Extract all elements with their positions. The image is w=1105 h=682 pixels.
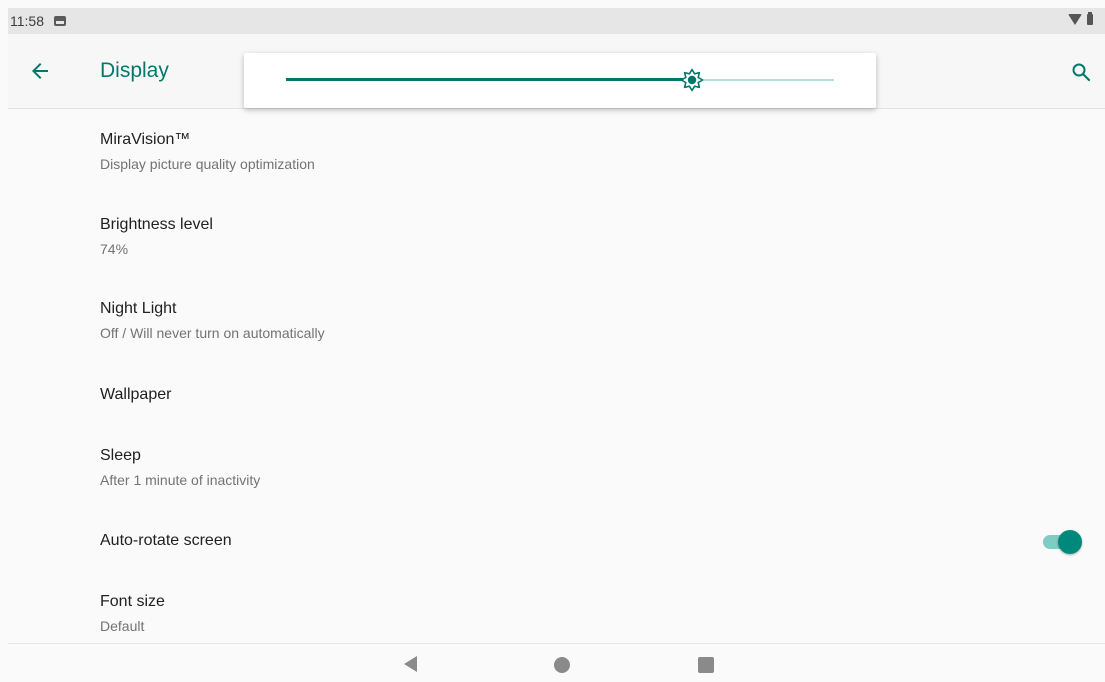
- setting-title: MiraVision™: [100, 131, 191, 148]
- search-icon: [1072, 63, 1091, 82]
- setting-font-size[interactable]: Font size Default: [100, 592, 1105, 635]
- back-button[interactable]: [28, 59, 52, 83]
- setting-brightness-level[interactable]: Brightness level 74%: [100, 215, 1105, 258]
- setting-title: Brightness level: [100, 216, 213, 233]
- brightness-slider-thumb[interactable]: [680, 68, 704, 92]
- setting-summary: After 1 minute of inactivity: [100, 472, 261, 488]
- brightness-popup: [244, 53, 876, 108]
- auto-rotate-toggle[interactable]: [1041, 526, 1083, 554]
- navigation-bar: [8, 643, 1105, 682]
- battery-icon: [1087, 12, 1093, 25]
- status-bar: 11:58: [8, 8, 1105, 34]
- status-icons: [1068, 12, 1093, 25]
- setting-sleep[interactable]: Sleep After 1 minute of inactivity: [100, 446, 1105, 489]
- brightness-icon: [680, 68, 703, 92]
- setting-auto-rotate[interactable]: Auto-rotate screen: [100, 531, 1105, 551]
- setting-summary: 74%: [100, 241, 129, 257]
- back-arrow-icon: [32, 63, 48, 79]
- nav-recents-icon[interactable]: [698, 657, 714, 673]
- setting-summary: Default: [100, 618, 145, 634]
- setting-title: Sleep: [100, 447, 141, 464]
- setting-title: Auto-rotate screen: [100, 532, 232, 549]
- search-button[interactable]: [1069, 60, 1093, 84]
- nav-back-icon[interactable]: [404, 656, 417, 672]
- setting-title: Wallpaper: [100, 386, 172, 403]
- image-icon: [54, 16, 66, 26]
- toggle-thumb: [1058, 530, 1082, 554]
- setting-summary: Display picture quality optimization: [100, 156, 315, 172]
- setting-miravision[interactable]: MiraVision™ Display picture quality opti…: [100, 130, 1105, 173]
- wifi-icon: [1068, 14, 1082, 25]
- setting-summary: Off / Will never turn on automatically: [100, 325, 325, 341]
- setting-title: Font size: [100, 593, 165, 610]
- page-title: Display: [100, 59, 169, 82]
- setting-title: Night Light: [100, 300, 177, 317]
- status-time: 11:58: [10, 13, 44, 29]
- nav-home-icon[interactable]: [554, 657, 570, 673]
- brightness-slider-fill[interactable]: [286, 78, 692, 81]
- setting-night-light[interactable]: Night Light Off / Will never turn on aut…: [100, 299, 1105, 342]
- setting-wallpaper[interactable]: Wallpaper: [100, 385, 1105, 405]
